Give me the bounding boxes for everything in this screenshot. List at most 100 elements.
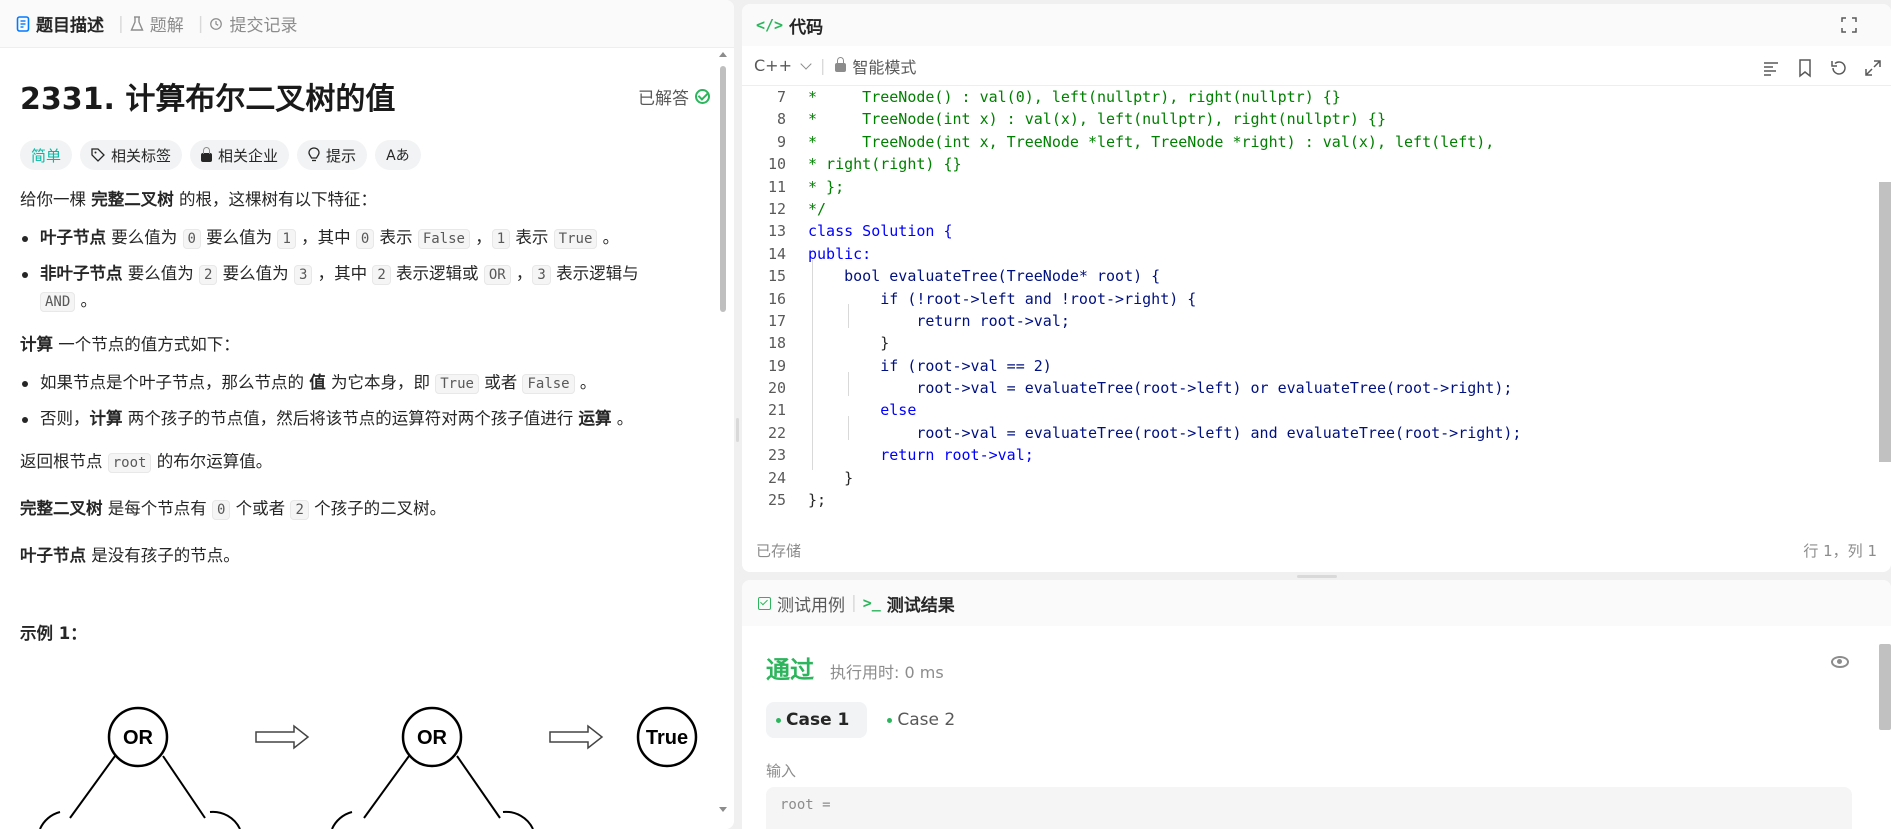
code-editor[interactable]: 7 * TreeNode() : val(0), left(nullptr), r… bbox=[742, 86, 1872, 511]
tab-description[interactable]: 题目描述 bbox=[16, 11, 104, 36]
calc-paragraph: 计算 一个节点的值方式如下： bbox=[20, 335, 240, 354]
smart-mode-toggle[interactable]: 智能模式 bbox=[835, 54, 916, 78]
expand-editor-icon[interactable] bbox=[1863, 58, 1883, 78]
tab-submissions[interactable]: 提交记录 bbox=[209, 11, 297, 36]
vertical-split-handle[interactable] bbox=[736, 418, 739, 442]
scroll-down-arrow[interactable] bbox=[719, 807, 727, 812]
code-toolbar: C++ | 智能模式 bbox=[742, 46, 1891, 86]
related-tags-label: 相关标签 bbox=[111, 146, 172, 165]
problem-description: 2331. 计算布尔二叉树的值 已解答 简单 相关标签 相关企业 提示 Aあ 给… bbox=[20, 48, 710, 647]
terminal-icon: >_ bbox=[862, 594, 881, 612]
reset-icon[interactable] bbox=[1829, 58, 1849, 78]
chevron-down-icon bbox=[800, 57, 812, 70]
flask-icon bbox=[130, 15, 144, 31]
test-panel: 测试用例 | >_ 测试结果 通过 执行用时: 0 ms Case 1 Case… bbox=[742, 580, 1891, 829]
left-scroll-thumb[interactable] bbox=[720, 66, 726, 312]
tab-solutions-label: 题解 bbox=[149, 16, 184, 36]
tab-description-label: 题目描述 bbox=[36, 16, 104, 36]
tag-icon bbox=[91, 148, 105, 162]
result-summary: 通过 执行用时: 0 ms bbox=[766, 650, 944, 685]
code-panel-header: </> 代码 bbox=[742, 4, 1891, 46]
problem-panel: 题目描述 | 题解 | 提交记录 2331. 计算布尔二叉树的值 已解答 简单 … bbox=[0, 0, 734, 829]
tab-separator: | bbox=[118, 13, 124, 34]
eye-icon[interactable] bbox=[1831, 656, 1849, 668]
bookmark-icon[interactable] bbox=[1795, 58, 1815, 78]
scroll-up-arrow[interactable] bbox=[719, 52, 727, 57]
runtime: 执行用时: 0 ms bbox=[830, 663, 944, 682]
tab-testcase[interactable]: 测试用例 bbox=[758, 591, 845, 616]
case-2-tab[interactable]: Case 2 bbox=[877, 702, 973, 738]
hint-button[interactable]: 提示 bbox=[297, 140, 368, 170]
code-line: 7 * TreeNode() : val(0), left(nullptr), r… bbox=[776, 88, 1341, 106]
tab-test-result[interactable]: >_ 测试结果 bbox=[863, 591, 955, 616]
case-2-label: Case 2 bbox=[897, 710, 956, 730]
check-circle-icon bbox=[695, 88, 710, 104]
related-tags-button[interactable]: 相关标签 bbox=[80, 140, 183, 170]
related-companies-button[interactable]: 相关企业 bbox=[190, 140, 290, 170]
example-title: 示例 1： bbox=[20, 624, 87, 643]
input-value: root = bbox=[780, 797, 831, 813]
lock-icon bbox=[835, 57, 847, 72]
result-status: 通过 bbox=[766, 656, 814, 684]
tag-row: 简单 相关标签 相关企业 提示 Aあ bbox=[20, 140, 710, 170]
input-value-box: root = bbox=[766, 787, 1852, 829]
document-icon bbox=[16, 15, 30, 32]
lock-icon bbox=[201, 146, 213, 162]
code-line: 13 class Solution { bbox=[767, 222, 953, 241]
case-tabs: Case 1 Case 2 bbox=[766, 702, 973, 738]
code-line: 15 bool evaluateTree(TreeNode* root) { bbox=[767, 267, 1161, 286]
return-paragraph: 返回根节点 root 的布尔运算值。 bbox=[20, 452, 273, 473]
case-1-label: Case 1 bbox=[786, 710, 850, 730]
code-line: 20 root->val = evaluateTree(root->left) … bbox=[767, 379, 1513, 398]
horizontal-split-handle[interactable] bbox=[1297, 575, 1337, 578]
list-item: 非叶子节点 要么值为 2 要么值为 3 ，其中 2 表示逻辑或 OR ， 3 表示… bbox=[20, 261, 660, 315]
code-scrollbar-thumb[interactable] bbox=[1879, 182, 1891, 462]
translate-icon: Aあ bbox=[386, 148, 410, 164]
code-line: 17 return root->val; bbox=[767, 311, 1070, 330]
left-scrollbar[interactable] bbox=[718, 52, 728, 812]
test-tab-bar: 测试用例 | >_ 测试结果 bbox=[742, 580, 1891, 626]
code-line: 22 root->val = evaluateTree(root->left) … bbox=[767, 423, 1522, 442]
cursor-position: 行 1，列 1 bbox=[1803, 541, 1877, 560]
tab-solutions[interactable]: 题解 bbox=[130, 11, 184, 36]
smart-mode-label: 智能模式 bbox=[852, 57, 917, 77]
code-line: 14 public: bbox=[767, 244, 872, 263]
full-tree-paragraph: 完整二叉树 是每个节点有 0 个或者 2 个孩子的二叉树。 bbox=[20, 499, 447, 520]
code-status-bar: 已存储 行 1，列 1 bbox=[742, 530, 1891, 570]
code-panel: </> 代码 C++ | 智能模式 7 * TreeNode() : val(0)… bbox=[742, 4, 1891, 572]
code-line: 21 else bbox=[767, 401, 917, 420]
hint-label: 提示 bbox=[326, 146, 357, 165]
code-line: 18 } bbox=[767, 334, 890, 353]
diagram-node-or: OR bbox=[123, 727, 154, 749]
indent-guide bbox=[848, 304, 849, 328]
leaf-paragraph: 叶子节点 是没有孩子的节点。 bbox=[20, 546, 240, 565]
language-select[interactable]: C++ bbox=[754, 56, 812, 75]
difficulty-tag[interactable]: 简单 bbox=[20, 140, 73, 170]
case-1-tab[interactable]: Case 1 bbox=[766, 702, 868, 738]
toolbar-separator: | bbox=[819, 56, 826, 75]
format-icon[interactable] bbox=[1761, 58, 1781, 78]
fullscreen-icon[interactable] bbox=[1841, 17, 1857, 33]
diagram-node-true: True bbox=[646, 727, 688, 749]
editor-actions bbox=[1761, 58, 1883, 78]
list-item: 否则，计算 两个孩子的节点值，然后将该节点的运算符对两个孩子值进行 运算 。 bbox=[20, 406, 710, 432]
code-panel-title: 代码 bbox=[789, 17, 824, 38]
example-tree-diagram: OR OR True bbox=[39, 706, 698, 829]
code-line: 24 } bbox=[767, 468, 854, 487]
code-line: 16 if (!root->left and !root->right) { bbox=[767, 289, 1197, 308]
tab-submissions-label: 提交记录 bbox=[229, 16, 298, 36]
tab-testcase-label: 测试用例 bbox=[777, 595, 845, 616]
code-line: 11 * }; bbox=[767, 177, 845, 196]
checkbox-icon bbox=[758, 596, 771, 610]
code-line: 10 * right(right) {} bbox=[767, 155, 962, 174]
calc-rules-list: 如果节点是个叶子节点，那么节点的 值 为它本身，即 True 或者 False … bbox=[20, 370, 710, 432]
code-line: 9 * TreeNode(int x, TreeNode *left, TreeN… bbox=[776, 132, 1495, 151]
node-rules-list: 叶子节点 要么值为 0 要么值为 1 ，其中 0 表示 False ， 1 表示 … bbox=[20, 225, 710, 315]
solved-label: 已解答 bbox=[638, 88, 689, 109]
code-icon: </> bbox=[756, 16, 784, 34]
lightbulb-icon bbox=[308, 147, 320, 162]
test-scrollbar-thumb[interactable] bbox=[1879, 644, 1891, 730]
translate-button[interactable]: Aあ bbox=[375, 140, 421, 170]
indent-guide bbox=[848, 372, 849, 396]
indent-guide bbox=[848, 416, 849, 440]
